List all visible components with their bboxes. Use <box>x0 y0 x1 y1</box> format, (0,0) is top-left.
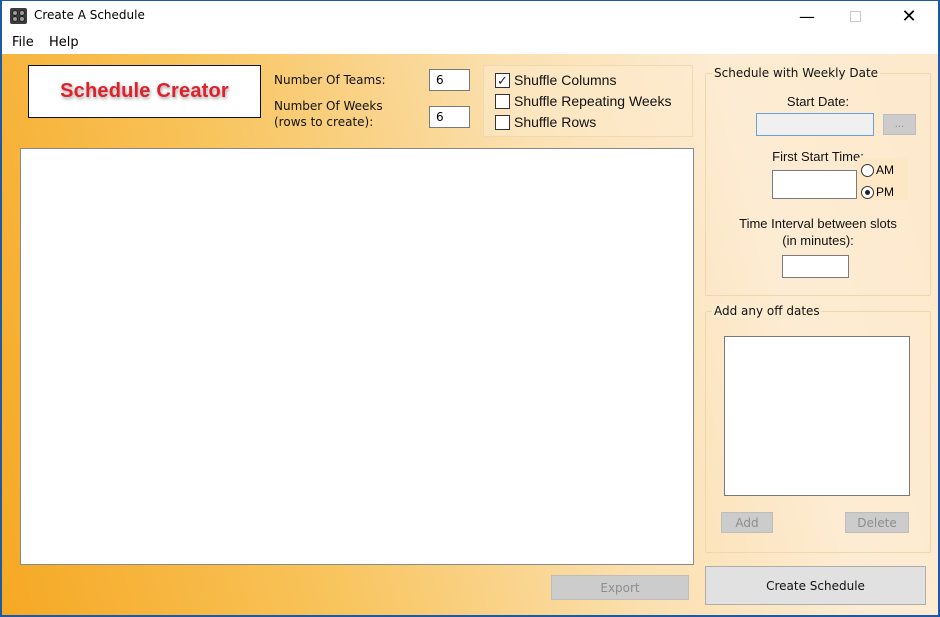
close-button[interactable]: ✕ <box>886 1 932 31</box>
weeks-label-line1: Number Of Weeks <box>274 99 383 113</box>
logo-banner: Schedule Creator <box>28 65 261 118</box>
pm-radio[interactable] <box>861 185 874 199</box>
menu-help[interactable]: Help <box>49 35 79 50</box>
close-icon: ✕ <box>901 5 917 27</box>
menu-bar: File Help <box>2 31 938 53</box>
shuffle-columns-label: Shuffle Columns <box>514 72 617 88</box>
weeks-label-line2: (rows to create): <box>274 115 374 129</box>
shuffle-options: ✓ Shuffle Columns Shuffle Repeating Week… <box>483 65 693 137</box>
app-icon <box>10 8 27 24</box>
shuffle-repeating-weeks-checkbox[interactable] <box>495 93 510 109</box>
schedule-grid[interactable] <box>20 148 694 565</box>
shuffle-rows-checkbox[interactable] <box>495 114 510 130</box>
shuffle-repeating-weeks-label: Shuffle Repeating Weeks <box>514 93 672 109</box>
logo-text: Schedule Creator <box>60 80 229 102</box>
menu-file[interactable]: File <box>12 35 34 50</box>
export-button[interactable]: Export <box>551 575 689 600</box>
maximize-icon <box>849 10 861 22</box>
shuffle-repeating-weeks-option[interactable]: Shuffle Repeating Weeks <box>495 92 671 110</box>
off-dates-legend: Add any off dates <box>712 304 822 318</box>
interval-label-line1: Time Interval between slots <box>739 216 897 231</box>
am-option[interactable]: AM <box>861 163 894 177</box>
pm-option[interactable]: PM <box>861 185 894 199</box>
date-picker-button[interactable]: ... <box>883 114 916 135</box>
interval-input[interactable] <box>782 255 849 278</box>
window-title: Create A Schedule <box>34 8 145 22</box>
off-dates-list[interactable] <box>724 336 910 496</box>
client-area: Schedule Creator Number Of Teams: 6 Numb… <box>2 54 938 615</box>
app-window: Create A Schedule — ✕ File Help Schedule… <box>0 0 940 617</box>
title-bar: Create A Schedule — ✕ <box>2 1 938 31</box>
minimize-icon: — <box>799 6 815 26</box>
weeks-input[interactable]: 6 <box>429 106 470 128</box>
minimize-button[interactable]: — <box>784 1 830 31</box>
start-date-input[interactable] <box>756 113 874 136</box>
weekly-date-legend: Schedule with Weekly Date <box>712 66 881 80</box>
create-schedule-button[interactable]: Create Schedule <box>705 566 926 605</box>
teams-label: Number Of Teams: <box>274 73 386 87</box>
interval-label-line2: (in minutes): <box>782 233 854 248</box>
shuffle-rows-option[interactable]: Shuffle Rows <box>495 113 596 131</box>
am-label: AM <box>876 163 894 177</box>
start-date-label: Start Date: <box>786 94 850 109</box>
delete-off-date-button[interactable]: Delete <box>845 512 909 533</box>
add-off-date-button[interactable]: Add <box>721 512 773 533</box>
shuffle-rows-label: Shuffle Rows <box>514 114 597 130</box>
maximize-button[interactable] <box>832 1 878 31</box>
am-radio[interactable] <box>861 163 874 177</box>
shuffle-columns-checkbox[interactable]: ✓ <box>495 72 510 88</box>
pm-label: PM <box>876 185 894 199</box>
shuffle-columns-option[interactable]: ✓ Shuffle Columns <box>495 71 616 89</box>
teams-input[interactable]: 6 <box>429 69 470 91</box>
first-start-time-input[interactable] <box>772 170 857 199</box>
